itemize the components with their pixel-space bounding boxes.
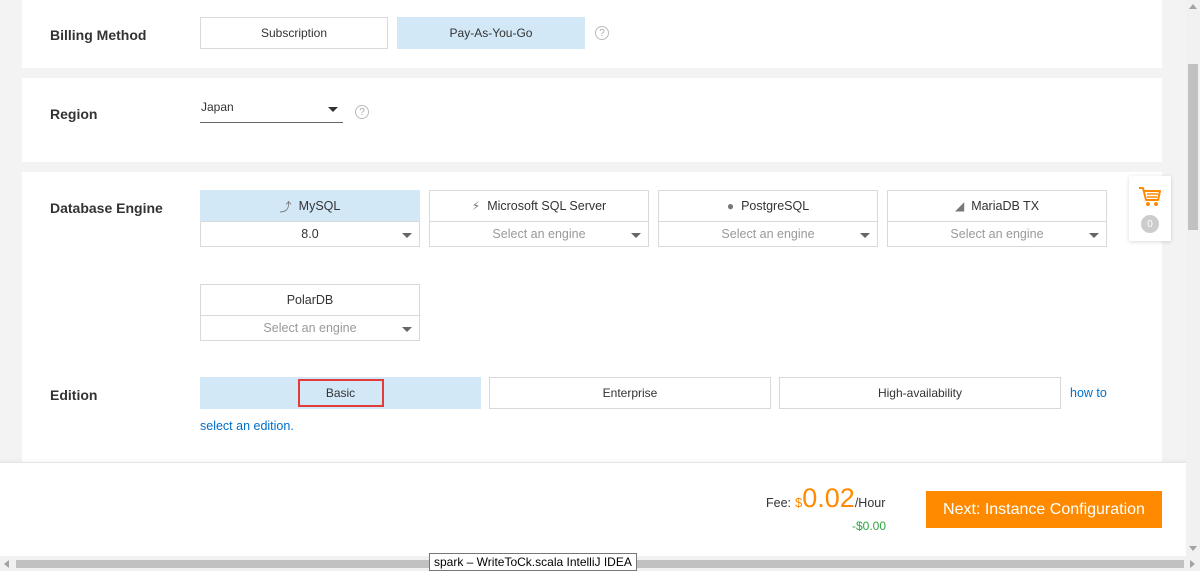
edition-basic-label: Basic: [297, 379, 384, 407]
edition-help-link-part1[interactable]: how to: [1070, 386, 1107, 400]
chevron-down-icon: [860, 233, 870, 238]
taskbar-tooltip: spark – WriteToCk.scala IntelliJ IDEA: [429, 553, 637, 571]
engine-mariadb-version: Select an engine: [950, 227, 1044, 241]
engine-mysql[interactable]: ⤴ MySQL 8.0: [200, 190, 420, 247]
edition-label: Edition: [50, 387, 98, 403]
billing-help-icon[interactable]: ?: [595, 26, 609, 40]
edition-option-high-availability[interactable]: High-availability: [779, 377, 1061, 409]
fee-amount: 0.02: [802, 483, 855, 513]
sql-server-icon: ⚡: [471, 199, 481, 213]
shopping-cart-icon: [1139, 187, 1161, 206]
fee-currency: $: [795, 495, 803, 510]
engine-polardb-tile[interactable]: PolarDB: [200, 284, 420, 316]
engine-sql-server-version-select[interactable]: Select an engine: [429, 221, 649, 247]
billing-option-pay-as-you-go[interactable]: Pay-As-You-Go: [397, 17, 585, 49]
cart-count-badge: 0: [1141, 215, 1159, 233]
cart-widget[interactable]: 0: [1129, 176, 1171, 241]
vertical-scrollbar-thumb[interactable]: [1188, 64, 1198, 230]
chevron-down-icon: [328, 107, 338, 112]
engine-postgresql-version-select[interactable]: Select an engine: [658, 221, 878, 247]
engine-postgresql-version: Select an engine: [721, 227, 815, 241]
region-card: Region ?: [22, 78, 1162, 162]
fee-label: Fee:: [766, 496, 792, 510]
engine-sql-server-version: Select an engine: [492, 227, 586, 241]
engine-mariadb[interactable]: ◢ MariaDB TX Select an engine: [887, 190, 1107, 247]
vertical-scrollbar[interactable]: [1186, 0, 1200, 557]
region-selected-value: Japan: [201, 100, 234, 114]
dolphin-icon: ⤴: [279, 199, 292, 214]
engine-polardb-version-select[interactable]: Select an engine: [200, 315, 420, 341]
chevron-down-icon: [631, 233, 641, 238]
engine-sql-server[interactable]: ⚡ Microsoft SQL Server Select an engine: [429, 190, 649, 247]
billing-method-label: Billing Method: [50, 27, 147, 43]
region-help-icon[interactable]: ?: [355, 105, 369, 119]
scroll-down-icon[interactable]: [1189, 546, 1197, 551]
fee-unit: /Hour: [854, 496, 886, 510]
edition-option-enterprise[interactable]: Enterprise: [489, 377, 771, 409]
engine-postgresql[interactable]: ● PostgreSQL Select an engine: [658, 190, 878, 247]
region-label: Region: [50, 106, 98, 122]
order-footer: Fee: $ 0.02 /Hour -$0.00 Next: Instance …: [0, 462, 1186, 556]
fee-display: Fee: $ 0.02 /Hour: [766, 485, 885, 512]
engine-sql-server-tile[interactable]: ⚡ Microsoft SQL Server: [429, 190, 649, 222]
fee-discount: -$0.00: [852, 519, 887, 533]
engine-mysql-tile[interactable]: ⤴ MySQL: [200, 190, 420, 222]
engine-mariadb-version-select[interactable]: Select an engine: [887, 221, 1107, 247]
engine-sql-server-name: Microsoft SQL Server: [487, 199, 607, 213]
edition-help-link-part2[interactable]: select an edition.: [200, 419, 294, 433]
engine-postgresql-name: PostgreSQL: [741, 199, 810, 213]
elephant-icon: ●: [726, 199, 735, 213]
chevron-down-icon: [402, 327, 412, 332]
engine-polardb[interactable]: PolarDB Select an engine: [200, 284, 420, 341]
chevron-down-icon: [402, 233, 412, 238]
engine-mariadb-name: MariaDB TX: [971, 199, 1040, 213]
engine-postgresql-tile[interactable]: ● PostgreSQL: [658, 190, 878, 222]
database-engine-label: Database Engine: [50, 200, 163, 216]
engine-mysql-version: 8.0: [301, 227, 319, 241]
engine-mysql-name: MySQL: [298, 199, 341, 213]
region-select[interactable]: Japan: [200, 96, 343, 123]
next-instance-configuration-button[interactable]: Next: Instance Configuration: [926, 491, 1162, 528]
engine-mysql-version-select[interactable]: 8.0: [200, 221, 420, 247]
seal-icon: ◢: [954, 199, 965, 213]
scroll-left-icon[interactable]: [4, 560, 9, 568]
billing-card: Billing Method Subscription Pay-As-You-G…: [22, 0, 1162, 68]
engine-polardb-name: PolarDB: [286, 293, 334, 307]
engine-polardb-version: Select an engine: [263, 321, 357, 335]
scroll-right-icon[interactable]: [1190, 560, 1195, 568]
engine-mariadb-tile[interactable]: ◢ MariaDB TX: [887, 190, 1107, 222]
billing-option-subscription[interactable]: Subscription: [200, 17, 388, 49]
scroll-up-icon[interactable]: [1189, 4, 1197, 9]
edition-option-basic[interactable]: Basic: [200, 377, 481, 409]
chevron-down-icon: [1089, 233, 1099, 238]
